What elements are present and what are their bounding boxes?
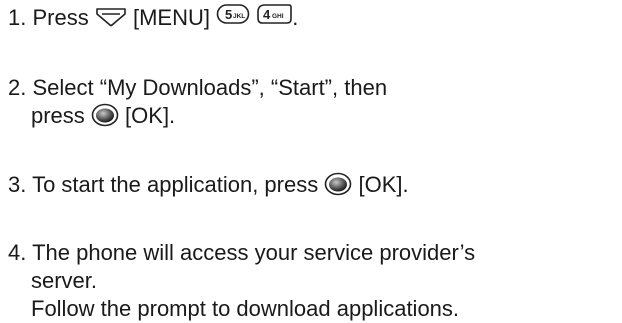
- step-number: 3.: [8, 172, 27, 197]
- ok-label: [OK].: [358, 172, 409, 197]
- svg-text:GHI: GHI: [272, 13, 284, 20]
- instruction-step-1: 1. Press [MENU] 5 JKL 4 GHI .: [8, 3, 299, 34]
- instruction-step-3: 3. To start the application, press [OK].: [8, 171, 409, 199]
- step-number: 1.: [8, 5, 27, 30]
- menu-label: [MENU]: [132, 5, 210, 30]
- step-text: Press: [32, 5, 89, 30]
- step-text: The phone will access your service provi…: [32, 240, 476, 265]
- step-number: 4.: [8, 240, 27, 265]
- step-text: server.: [31, 268, 98, 293]
- svg-text:5: 5: [225, 7, 232, 22]
- ok-key-icon: [324, 172, 352, 196]
- key-4-icon: 4 GHI: [256, 3, 293, 32]
- ok-key-icon: [91, 103, 119, 127]
- step-end: .: [292, 5, 299, 30]
- soft-key-icon: [95, 6, 127, 28]
- step-text: To start the application, press: [32, 172, 319, 197]
- step-number: 2.: [8, 75, 27, 100]
- key-5-icon: 5 JKL: [216, 3, 250, 32]
- instruction-step-2: 2. Select “My Downloads”, “Start”, then …: [8, 74, 387, 130]
- step-text: press: [31, 103, 85, 128]
- instruction-step-4: 4. The phone will access your service pr…: [8, 239, 475, 323]
- ok-label: [OK].: [125, 103, 176, 128]
- svg-text:4: 4: [263, 7, 271, 22]
- svg-text:JKL: JKL: [233, 13, 245, 20]
- step-text: Select “My Downloads”, “Start”, then: [32, 75, 388, 100]
